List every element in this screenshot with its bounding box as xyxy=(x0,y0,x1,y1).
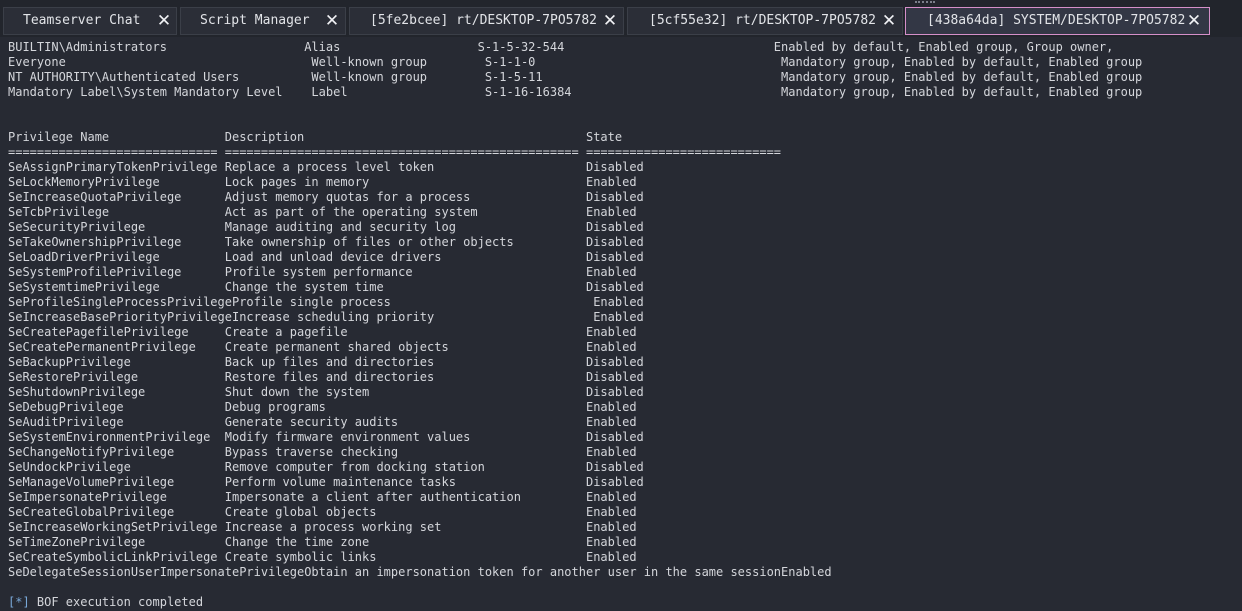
tab-label: [5fe2bcee] rt/DESKTOP-7PO5782 xyxy=(370,13,597,28)
status-line: [*] BOF execution completed xyxy=(8,595,1142,610)
privilege-row: SeManageVolumePrivilege Perform volume m… xyxy=(8,475,644,489)
privilege-row: SeTakeOwnershipPrivilege Take ownership … xyxy=(8,235,644,249)
group-row: Everyone Well-known group S-1-1-0 Mandat… xyxy=(8,55,1143,69)
privilege-row: SeTimeZonePrivilege Change the time zone… xyxy=(8,535,637,549)
privilege-separator: ============================= ==========… xyxy=(8,145,782,159)
privilege-row: SeBackupPrivilege Back up files and dire… xyxy=(8,355,644,369)
privilege-row: SeTcbPrivilege Act as part of the operat… xyxy=(8,205,637,219)
group-row: NT AUTHORITY\Authenticated Users Well-kn… xyxy=(8,70,1143,84)
privilege-row: SeIncreaseWorkingSetPrivilege Increase a… xyxy=(8,520,637,534)
privilege-row: SeProfileSingleProcessPrivilegeProfile s… xyxy=(8,295,644,309)
group-row: Mandatory Label\System Mandatory Level L… xyxy=(8,85,1143,99)
privilege-row: SeSystemProfilePrivilege Profile system … xyxy=(8,265,637,279)
privilege-row: SeImpersonatePrivilege Impersonate a cli… xyxy=(8,490,637,504)
privilege-row: SeLockMemoryPrivilege Lock pages in memo… xyxy=(8,175,637,189)
status-message: BOF execution completed xyxy=(29,595,204,609)
console-text: BUILTIN\Administrators Alias S-1-5-32-54… xyxy=(8,40,1142,610)
privilege-row: SeCreateSymbolicLinkPrivilege Create sym… xyxy=(8,550,637,564)
close-icon[interactable]: ✕ xyxy=(156,8,172,34)
tab-label: [438a64da] SYSTEM/DESKTOP-7PO5782 xyxy=(927,13,1186,28)
tab-beacon-5cf55e32[interactable]: [5cf55e32] rt/DESKTOP-7PO5782 ✕ xyxy=(627,7,903,35)
close-icon[interactable]: ✕ xyxy=(1186,8,1202,34)
tab-beacon-5fe2bcee[interactable]: [5fe2bcee] rt/DESKTOP-7PO5782 ✕ xyxy=(349,7,624,35)
group-row: BUILTIN\Administrators Alias S-1-5-32-54… xyxy=(8,40,1114,54)
privilege-row: SeLoadDriverPrivilege Load and unload de… xyxy=(8,250,644,264)
privilege-row: SeChangeNotifyPrivilege Bypass traverse … xyxy=(8,445,637,459)
privilege-header: Privilege Name Description State xyxy=(8,130,623,144)
privilege-row: SeDebugPrivilege Debug programs Enabled xyxy=(8,400,637,414)
privilege-row: SeSecurityPrivilege Manage auditing and … xyxy=(8,220,644,234)
privilege-row: SeIncreaseQuotaPrivilege Adjust memory q… xyxy=(8,190,644,204)
beacon-console-output[interactable]: BUILTIN\Administrators Alias S-1-5-32-54… xyxy=(0,37,1242,611)
privilege-row: SeShutdownPrivilege Shut down the system… xyxy=(8,385,644,399)
tab-beacon-438a64da[interactable]: [438a64da] SYSTEM/DESKTOP-7PO5782 ✕ xyxy=(905,7,1210,35)
privilege-row: SeCreateGlobalPrivilege Create global ob… xyxy=(8,505,637,519)
privilege-row: SeSystemtimePrivilege Change the system … xyxy=(8,280,644,294)
privilege-row: SeCreatePagefilePrivilege Create a pagef… xyxy=(8,325,637,339)
tab-label: Script Manager xyxy=(200,13,310,28)
tab-label: Teamserver Chat xyxy=(23,13,141,28)
tab-script-manager[interactable]: Script Manager ✕ xyxy=(180,7,346,35)
privilege-row: SeAuditPrivilege Generate security audit… xyxy=(8,415,637,429)
tab-teamserver-chat[interactable]: Teamserver Chat ✕ xyxy=(3,7,177,35)
privilege-row: SeIncreaseBasePriorityPrivilegeIncrease … xyxy=(8,310,644,324)
privilege-row: SeDelegateSessionUserImpersonatePrivileg… xyxy=(8,565,832,579)
drag-handle[interactable] xyxy=(915,1,935,6)
close-icon[interactable]: ✕ xyxy=(324,8,340,34)
privilege-row: SeCreatePermanentPrivilege Create perman… xyxy=(8,340,637,354)
close-icon[interactable]: ✕ xyxy=(881,8,897,34)
privilege-row: SeSystemEnvironmentPrivilege Modify firm… xyxy=(8,430,644,444)
tab-label: [5cf55e32] rt/DESKTOP-7PO5782 xyxy=(649,13,876,28)
close-icon[interactable]: ✕ xyxy=(602,8,618,34)
status-prefix: [*] xyxy=(8,595,30,609)
privilege-row: SeAssignPrimaryTokenPrivilege Replace a … xyxy=(8,160,644,174)
privilege-row: SeUndockPrivilege Remove computer from d… xyxy=(8,460,644,474)
privilege-row: SeRestorePrivilege Restore files and dir… xyxy=(8,370,644,384)
tab-bar: Teamserver Chat ✕ Script Manager ✕ [5fe2… xyxy=(0,0,1242,37)
